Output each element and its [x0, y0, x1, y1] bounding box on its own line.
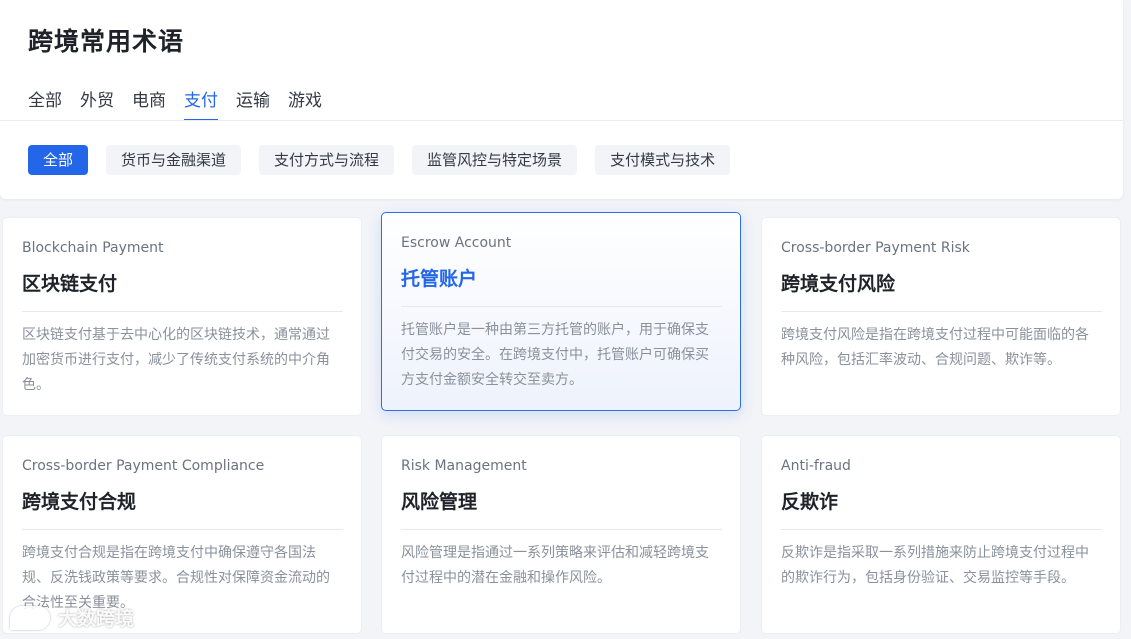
term-title: 托管账户 [401, 268, 478, 290]
term-card-selected[interactable]: Escrow Account 托管账户 托管账户是一种由第三方托管的账户，用于确… [381, 212, 741, 411]
card-divider [781, 311, 1102, 312]
card-divider [22, 311, 343, 312]
term-english: Escrow Account [401, 235, 512, 251]
tab-shipping[interactable]: 运输 [236, 86, 270, 121]
tab-payment[interactable]: 支付 [184, 86, 218, 121]
category-tabs: 全部 外贸 电商 支付 运输 游戏 [28, 86, 322, 121]
card-divider [781, 529, 1102, 530]
filter-currency-channels[interactable]: 货币与金融渠道 [106, 145, 242, 175]
term-card[interactable]: Blockchain Payment 区块链支付 区块链支付基于去中心化的区块链… [2, 217, 362, 416]
term-english: Blockchain Payment [22, 240, 164, 256]
header-divider [0, 120, 1123, 121]
term-english: Risk Management [401, 458, 527, 474]
term-description: 风险管理是指通过一系列策略来评估和减轻跨境支付过程中的潜在金融和操作风险。 [401, 545, 709, 586]
subcategory-filters: 全部 货币与金融渠道 支付方式与流程 监管风控与特定场景 支付模式与技术 [28, 145, 731, 175]
card-divider [401, 306, 722, 307]
term-title: 跨境支付合规 [22, 491, 137, 513]
term-card[interactable]: Cross-border Payment Risk 跨境支付风险 跨境支付风险是… [761, 217, 1121, 416]
term-description: 跨境支付风险是指在跨境支付过程中可能面临的各种风险，包括汇率波动、合规问题、欺诈… [781, 327, 1089, 368]
term-title: 风险管理 [401, 491, 478, 513]
term-card[interactable]: Anti-fraud 反欺诈 反欺诈是指采取一系列措施来防止跨境支付过程中的欺诈… [761, 435, 1121, 634]
term-english: Cross-border Payment Compliance [22, 458, 265, 474]
card-divider [401, 529, 722, 530]
filter-payment-models[interactable]: 支付模式与技术 [595, 145, 731, 175]
term-title: 区块链支付 [22, 273, 118, 295]
watermark: 大数跨境 [10, 604, 134, 631]
term-title: 跨境支付风险 [781, 273, 896, 295]
header-panel: 跨境常用术语 全部 外贸 电商 支付 运输 游戏 全部 货币与金融渠道 支付方式… [0, 0, 1123, 199]
filter-payment-methods[interactable]: 支付方式与流程 [259, 145, 395, 175]
speech-bubble-logo-icon [10, 605, 50, 630]
tab-games[interactable]: 游戏 [288, 86, 322, 121]
term-description: 反欺诈是指采取一系列措施来防止跨境支付过程中的欺诈行为，包括身份验证、交易监控等… [781, 545, 1089, 586]
term-english: Cross-border Payment Risk [781, 240, 970, 256]
page-title: 跨境常用术语 [28, 27, 185, 56]
term-card[interactable]: Risk Management 风险管理 风险管理是指通过一系列策略来评估和减轻… [381, 435, 741, 634]
watermark-text: 大数跨境 [58, 608, 135, 630]
tab-all[interactable]: 全部 [28, 86, 62, 121]
term-description: 区块链支付基于去中心化的区块链技术，通常通过加密货币进行支付，减少了传统支付系统… [22, 327, 330, 393]
filter-regulation-risk[interactable]: 监管风控与特定场景 [412, 145, 578, 175]
term-title: 反欺诈 [781, 491, 839, 513]
term-description: 托管账户是一种由第三方托管的账户，用于确保支付交易的安全。在跨境支付中，托管账户… [401, 322, 709, 388]
tab-foreign-trade[interactable]: 外贸 [80, 86, 114, 121]
tab-ecommerce[interactable]: 电商 [132, 86, 166, 121]
card-divider [22, 529, 343, 530]
filter-all[interactable]: 全部 [28, 145, 89, 175]
term-english: Anti-fraud [781, 458, 851, 474]
